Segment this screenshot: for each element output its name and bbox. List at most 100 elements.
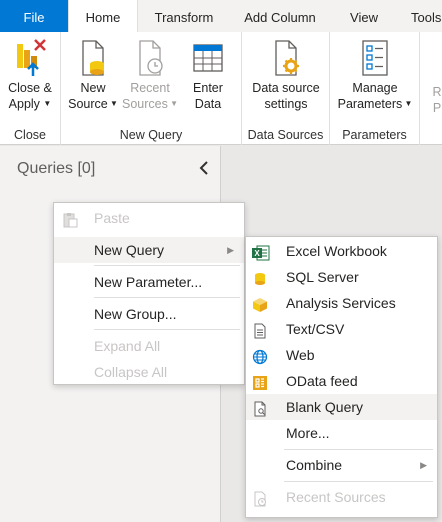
table-icon — [190, 36, 226, 80]
submenu-item-more-label: More... — [286, 425, 330, 441]
submenu-item-web-label: Web — [286, 347, 315, 363]
menu-item-new-group-label: New Group... — [94, 306, 177, 322]
database-icon — [252, 269, 268, 285]
recent-sources-icon — [252, 489, 268, 507]
enter-data-label-2: Data — [194, 97, 222, 111]
cube-icon — [252, 295, 268, 312]
data-source-settings-icon — [268, 36, 304, 80]
menu-divider — [284, 449, 433, 450]
odata-icon — [252, 373, 268, 390]
submenu-item-odata-feed[interactable]: OData feed — [246, 368, 437, 394]
chevron-down-icon: ▼ — [402, 99, 413, 108]
chevron-down-icon: ▼ — [167, 99, 178, 108]
tab-file[interactable]: File — [0, 0, 68, 32]
close-apply-button[interactable]: Close & Apply ▼ — [4, 36, 56, 112]
submenu-item-sql-server[interactable]: SQL Server — [246, 264, 437, 290]
group-query-partial: R P — [420, 32, 442, 145]
chevron-down-icon: ▼ — [43, 99, 52, 108]
submenu-item-odata-label: OData feed — [286, 373, 358, 389]
text-file-icon — [252, 321, 268, 339]
new-source-button[interactable]: New Source ▼ — [67, 36, 119, 112]
submenu-item-text-csv[interactable]: Text/CSV — [246, 316, 437, 342]
new-query-submenu: X Excel Workbook SQL Server Analysis Ser… — [245, 236, 438, 518]
recent-sources-icon — [132, 36, 168, 80]
submenu-item-web[interactable]: Web — [246, 342, 437, 368]
menu-item-new-group[interactable]: New Group... — [54, 301, 244, 327]
chevron-left-icon[interactable] — [196, 158, 212, 178]
data-source-settings-label-2: settings — [264, 97, 308, 111]
menu-item-collapse-all[interactable]: Collapse All — [54, 359, 244, 385]
close-apply-label-2: Apply ▼ — [8, 97, 52, 111]
queries-pane-title: Queries [0] — [17, 160, 96, 177]
new-source-label-1: New — [80, 81, 106, 95]
menu-item-new-query-label: New Query — [94, 242, 165, 258]
blank-query-icon — [252, 399, 268, 417]
group-new-query: New Source ▼ Recent Sources ▼ Enter Data… — [61, 32, 242, 145]
close-apply-label-1: Close & — [8, 81, 52, 95]
submenu-item-combine-label: Combine — [286, 457, 343, 473]
paste-icon — [62, 210, 78, 228]
tab-transform[interactable]: Transform — [138, 0, 230, 32]
ribbon: Close & Apply ▼ Close New Source ▼ Recen… — [0, 32, 442, 145]
chevron-down-icon: ▼ — [107, 99, 118, 108]
refresh-label-partial-1: R — [432, 85, 442, 99]
refresh-label-partial-2: P — [432, 101, 442, 115]
group-label-parameters: Parameters — [342, 128, 407, 142]
submenu-item-textcsv-label: Text/CSV — [286, 321, 345, 337]
menu-item-expand-all[interactable]: Expand All — [54, 333, 244, 359]
tab-add-column[interactable]: Add Column — [230, 0, 330, 32]
recent-sources-label-2: Sources ▼ — [122, 97, 178, 111]
close-apply-icon — [12, 36, 48, 80]
queries-context-menu: Paste New Query ▶ New Parameter... New G… — [53, 202, 245, 385]
menu-item-new-parameter[interactable]: New Parameter... — [54, 269, 244, 295]
group-data-sources: Data source settings Data Sources — [242, 32, 330, 145]
submenu-item-more[interactable]: More... — [246, 420, 437, 446]
menu-divider — [94, 329, 240, 330]
new-source-icon — [75, 36, 111, 80]
manage-parameters-label-2: Parameters ▼ — [337, 97, 413, 111]
group-label-new-query: New Query — [119, 128, 183, 142]
manage-parameters-label-1: Manage — [352, 81, 398, 95]
globe-icon — [252, 347, 268, 365]
chevron-right-icon: ▶ — [227, 245, 234, 255]
tab-view[interactable]: View — [330, 0, 398, 32]
new-source-label-2: Source ▼ — [68, 97, 118, 111]
group-label-close: Close — [14, 128, 46, 142]
menu-item-paste[interactable]: Paste — [54, 205, 244, 231]
submenu-item-blank-query[interactable]: Blank Query — [246, 394, 437, 420]
manage-parameters-button[interactable]: Manage Parameters ▼ — [334, 36, 416, 112]
menu-item-collapse-all-label: Collapse All — [94, 364, 168, 380]
data-source-settings-button[interactable]: Data source settings — [246, 36, 326, 112]
group-close: Close & Apply ▼ Close — [0, 32, 61, 145]
tab-home[interactable]: Home — [68, 0, 138, 32]
menu-item-new-query[interactable]: New Query ▶ — [54, 237, 244, 263]
enter-data-label-1: Enter — [193, 81, 223, 95]
menu-item-new-parameter-label: New Parameter... — [94, 274, 203, 290]
ribbon-tabs: File Home Transform Add Column View Tool… — [0, 0, 442, 32]
enter-data-button[interactable]: Enter Data — [185, 36, 231, 112]
submenu-item-sql-label: SQL Server — [286, 269, 359, 285]
submenu-item-excel-label: Excel Workbook — [286, 243, 387, 259]
menu-divider — [94, 265, 240, 266]
submenu-item-blank-label: Blank Query — [286, 399, 364, 415]
group-parameters: Manage Parameters ▼ Parameters — [330, 32, 420, 145]
menu-item-paste-label: Paste — [94, 210, 130, 226]
menu-item-expand-all-label: Expand All — [94, 338, 161, 354]
submenu-item-recent-label: Recent Sources — [286, 489, 386, 505]
submenu-item-excel-workbook[interactable]: X Excel Workbook — [246, 238, 437, 264]
excel-icon: X — [252, 243, 270, 261]
submenu-item-analysis-label: Analysis Services — [286, 295, 396, 311]
svg-text:X: X — [254, 249, 260, 258]
recent-sources-label-1: Recent — [130, 81, 170, 95]
chevron-right-icon: ▶ — [420, 460, 427, 470]
submenu-item-combine[interactable]: Combine ▶ — [246, 452, 437, 478]
submenu-item-recent-sources[interactable]: Recent Sources — [246, 484, 437, 510]
submenu-item-analysis-services[interactable]: Analysis Services — [246, 290, 437, 316]
group-label-data-sources: Data Sources — [247, 128, 324, 142]
manage-parameters-icon — [357, 36, 393, 80]
tab-tools[interactable]: Tools — [398, 0, 442, 32]
data-source-settings-label-1: Data source — [252, 81, 320, 95]
recent-sources-button[interactable]: Recent Sources ▼ — [121, 36, 179, 112]
refresh-preview-button[interactable]: R P — [432, 84, 442, 116]
menu-divider — [94, 297, 240, 298]
